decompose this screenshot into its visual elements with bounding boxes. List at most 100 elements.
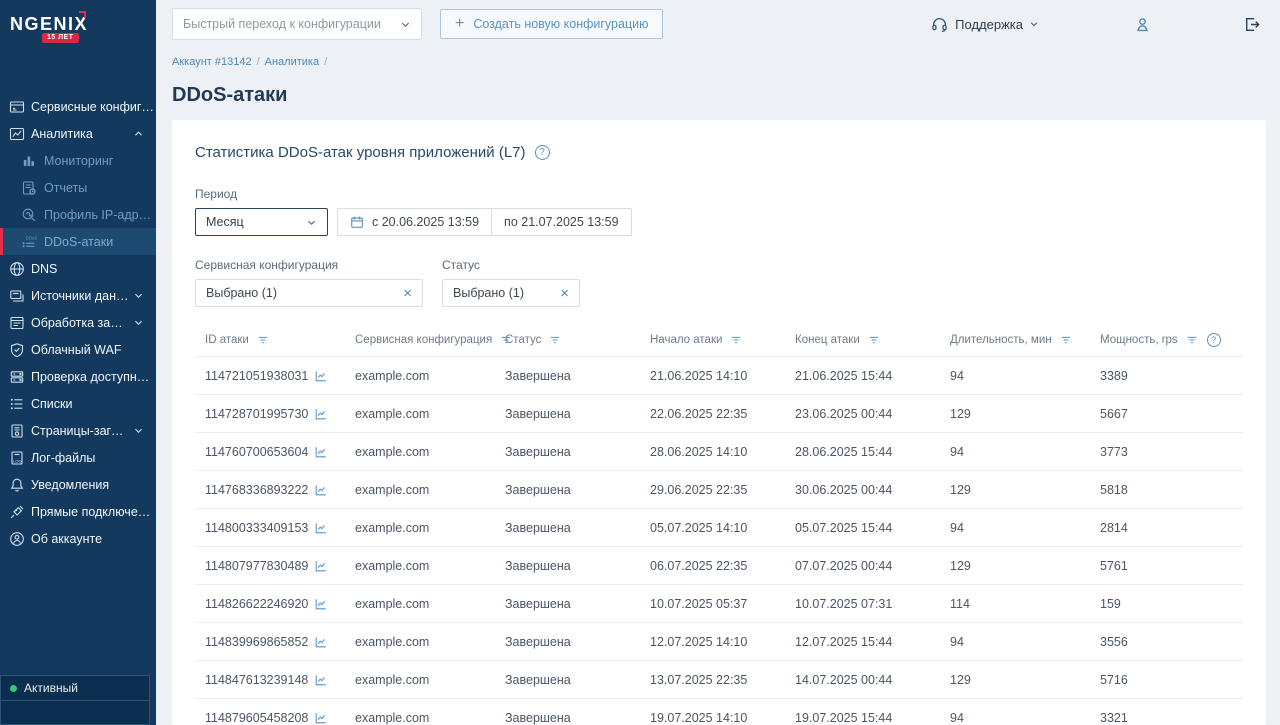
sidebar-item-monitoring[interactable]: Мониторинг	[0, 147, 156, 174]
config-icon	[9, 99, 25, 115]
attack-chart-link-icon[interactable]	[314, 559, 328, 573]
attack-chart-link-icon[interactable]	[314, 521, 328, 535]
status-filter[interactable]: Выбрано (1) ×	[442, 279, 580, 307]
date-from-input[interactable]: с 20.06.2025 13:59	[338, 209, 491, 235]
create-config-button[interactable]: + Создать новую конфигурацию	[440, 9, 663, 39]
quick-jump-select[interactable]: Быстрый переход к конфигурации	[172, 8, 422, 40]
ngenix-logo[interactable]: NGENIX 15 ЛЕТ	[0, 0, 156, 52]
config-cell: example.com	[345, 357, 495, 395]
lists-icon	[9, 396, 25, 412]
start-cell: 29.06.2025 22:35	[640, 471, 785, 509]
svg-text:DDoS: DDoS	[26, 235, 37, 240]
attack-chart-link-icon[interactable]	[314, 369, 328, 383]
attack-chart-link-icon[interactable]	[314, 597, 328, 611]
sidebar-item-cloud-waf[interactable]: Облачный WAF	[0, 336, 156, 363]
config-cell: example.com	[345, 395, 495, 433]
attack-id: 114728701995730	[205, 407, 308, 421]
sidebar-item-lists[interactable]: Списки	[0, 390, 156, 417]
sidebar-item-notifications[interactable]: Уведомления	[0, 471, 156, 498]
attack-id-cell: 114807977830489	[195, 547, 345, 585]
breadcrumb: Аккаунт #13142/Аналитика/	[172, 56, 1280, 68]
column-filter-icon[interactable]	[1186, 334, 1198, 346]
clear-icon[interactable]: ×	[552, 285, 569, 302]
attack-id: 114800333409153	[205, 521, 308, 535]
power-cell: 159	[1090, 585, 1243, 623]
sidebar-item-ddos-attacks[interactable]: DDoSDDoS-атаки	[0, 228, 156, 255]
logs-icon: LOG	[9, 450, 25, 466]
duration-cell: 129	[940, 547, 1090, 585]
attack-chart-link-icon[interactable]	[314, 635, 328, 649]
sidebar-item-analytics[interactable]: Аналитика	[0, 120, 156, 147]
date-to-input[interactable]: по 21.07.2025 13:59	[491, 209, 631, 235]
table-row: 114728701995730example.comЗавершена22.06…	[195, 395, 1243, 433]
sidebar-item-ip-profile[interactable]: Профиль IP-адреса	[0, 201, 156, 228]
config-cell: example.com	[345, 661, 495, 699]
attack-chart-link-icon[interactable]	[314, 711, 328, 725]
sidebar-item-service-configs[interactable]: Сервисные конфигурации	[0, 93, 156, 120]
date-range: с 20.06.2025 13:59 по 21.07.2025 13:59	[337, 208, 632, 236]
end-cell: 28.06.2025 15:44	[785, 433, 940, 471]
duration-cell: 129	[940, 661, 1090, 699]
power-cell: 3773	[1090, 433, 1243, 471]
status-cell: Завершена	[495, 509, 640, 547]
quick-jump-placeholder: Быстрый переход к конфигурации	[183, 17, 381, 31]
end-cell: 05.07.2025 15:44	[785, 509, 940, 547]
clear-icon[interactable]: ×	[395, 285, 412, 302]
column-label: Мощность, rps	[1100, 334, 1178, 346]
power-help-icon[interactable]: ?	[1207, 333, 1221, 347]
column-filter-icon[interactable]	[868, 334, 880, 346]
attack-chart-link-icon[interactable]	[314, 445, 328, 459]
column-label: ID атаки	[205, 334, 249, 346]
topbar: Быстрый переход к конфигурации + Создать…	[156, 0, 1280, 48]
sidebar-item-about-account[interactable]: Об аккаунте	[0, 525, 156, 552]
account-status-row-empty[interactable]	[0, 700, 150, 725]
sidebar-item-label: Уведомления	[31, 478, 156, 492]
power-cell: 3556	[1090, 623, 1243, 661]
breadcrumb-link-0[interactable]: Аккаунт #13142	[172, 56, 252, 68]
support-menu[interactable]: Поддержка	[931, 16, 1039, 33]
duration-cell: 129	[940, 395, 1090, 433]
status-cell: Завершена	[495, 699, 640, 725]
plus-icon: +	[455, 16, 464, 32]
column-filter-icon[interactable]	[549, 334, 561, 346]
status-cell: Завершена	[495, 585, 640, 623]
account-status-row[interactable]: Активный	[0, 675, 150, 700]
power-cell: 5761	[1090, 547, 1243, 585]
column-header-3: Статус	[495, 327, 640, 357]
sidebar-item-log-files[interactable]: LOGЛог-файлы	[0, 444, 156, 471]
sidebar-item-label: Аналитика	[31, 127, 129, 141]
sidebar-item-direct-connections[interactable]: Прямые подключения	[0, 498, 156, 525]
support-label: Поддержка	[955, 17, 1023, 32]
logout-icon[interactable]	[1243, 16, 1260, 33]
attack-id-cell: 114721051938031	[195, 357, 345, 395]
sidebar-item-request-processing[interactable]: Обработка запросов	[0, 309, 156, 336]
column-filter-icon[interactable]	[257, 334, 269, 346]
attack-id: 114807977830489	[205, 559, 308, 573]
config-cell: example.com	[345, 433, 495, 471]
attack-chart-link-icon[interactable]	[314, 483, 328, 497]
breadcrumb-link-1[interactable]: Аналитика	[265, 56, 319, 68]
power-cell: 5818	[1090, 471, 1243, 509]
period-select[interactable]: Месяц	[195, 208, 328, 236]
user-icon[interactable]	[1134, 16, 1151, 33]
duration-cell: 94	[940, 357, 1090, 395]
service-config-filter-value: Выбрано (1)	[206, 286, 277, 300]
dns-icon	[9, 261, 25, 277]
account-status-widget: Активный	[0, 675, 150, 725]
panel-title: Статистика DDoS-атак уровня приложений (…	[195, 144, 1243, 161]
sidebar-item-data-sources[interactable]: Источники данных	[0, 282, 156, 309]
sidebar-item-label: Отчеты	[44, 181, 156, 195]
help-icon[interactable]: ?	[535, 145, 550, 160]
sidebar-item-dns[interactable]: DNS	[0, 255, 156, 282]
service-config-filter[interactable]: Выбрано (1) ×	[195, 279, 423, 307]
attack-chart-link-icon[interactable]	[314, 673, 328, 687]
breadcrumb-separator: /	[324, 56, 327, 68]
attack-chart-link-icon[interactable]	[314, 407, 328, 421]
column-filter-icon[interactable]	[730, 334, 742, 346]
sidebar-item-availability-check[interactable]: Проверка доступности	[0, 363, 156, 390]
sidebar-item-stub-pages[interactable]: Страницы-заглушки	[0, 417, 156, 444]
chevron-down-icon	[1029, 19, 1039, 29]
column-filter-icon[interactable]	[1060, 334, 1072, 346]
end-cell: 10.07.2025 07:31	[785, 585, 940, 623]
sidebar-item-reports[interactable]: Отчеты	[0, 174, 156, 201]
